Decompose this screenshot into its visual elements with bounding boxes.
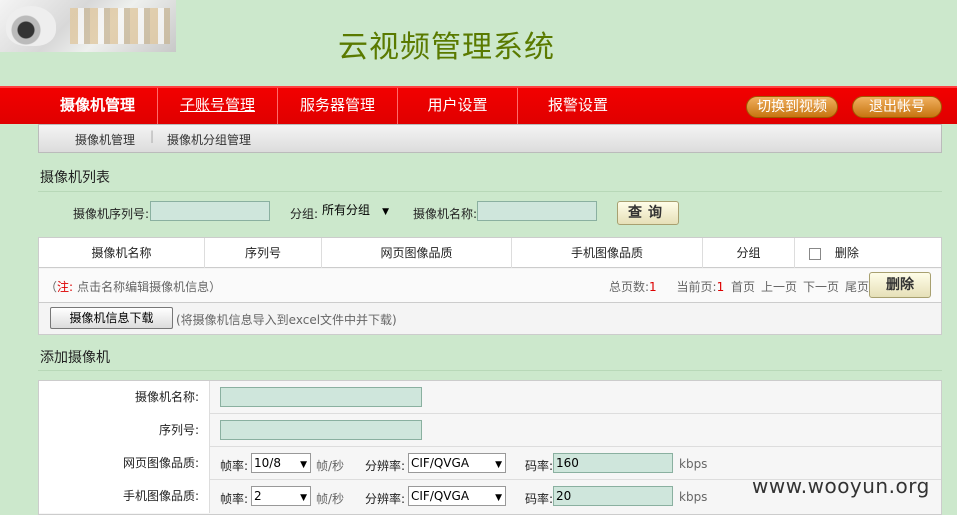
nav-user-settings[interactable]: 用户设置	[398, 88, 518, 124]
query-button[interactable]: 查询	[617, 201, 679, 225]
form-row-serial: 序列号:	[39, 414, 941, 447]
group-filter-value: 所有分组	[322, 203, 371, 217]
col-camera-name: 摄像机名称	[39, 238, 205, 268]
serial-filter-input[interactable]	[150, 201, 270, 221]
mobile-resolution-select[interactable]: CIF/QVGA ▼	[408, 486, 506, 506]
nav-subaccount-management[interactable]: 子账号管理	[158, 88, 278, 124]
group-filter-label: 分组:	[290, 207, 319, 221]
pagination-info: 总页数:1 当前页:1	[609, 280, 725, 294]
web-fps-select[interactable]: 10/8 ▼	[251, 453, 311, 473]
web-resolution-label: 分辨率:	[365, 459, 406, 473]
watermark: www.wooyun.org	[752, 474, 930, 498]
sub-nav: 摄像机管理 | 摄像机分组管理	[38, 124, 942, 153]
mobile-resolution-label: 分辨率:	[365, 492, 406, 506]
name-filter-label: 摄像机名称:	[413, 207, 478, 221]
col-group: 分组	[703, 238, 795, 268]
table-note-row: （注: 点击名称编辑摄像机信息） 总页数:1 当前页:1 首页 上一页 下一页 尾…	[39, 269, 941, 303]
mobile-bitrate-unit: kbps	[679, 490, 708, 504]
mobile-bitrate-label: 码率:	[525, 492, 554, 506]
web-bitrate-input[interactable]: 160	[553, 453, 673, 473]
name-filter-input[interactable]	[477, 201, 597, 221]
note-text: （注: 点击名称编辑摄像机信息）	[45, 280, 222, 294]
mobile-fps-label: 帧率:	[220, 492, 249, 506]
camera-name-input[interactable]	[220, 387, 422, 407]
camera-table: 摄像机名称 序列号 网页图像品质 手机图像品质 分组 删除 （注: 点击名称编辑摄…	[38, 237, 942, 335]
chevron-down-icon: ▼	[382, 207, 389, 217]
web-bitrate-label: 码率:	[525, 459, 554, 473]
divider	[38, 191, 942, 192]
chevron-down-icon: ▼	[300, 493, 307, 503]
web-quality-label: 网页图像品质:	[39, 447, 210, 480]
col-delete: 删除	[795, 238, 941, 268]
download-hint: (将摄像机信息导入到excel文件中并下载)	[176, 313, 397, 327]
web-fps-label: 帧率:	[220, 459, 249, 473]
chevron-down-icon: ▼	[495, 493, 502, 503]
next-page-link[interactable]: 下一页	[803, 278, 839, 295]
first-page-link[interactable]: 首页	[731, 278, 755, 295]
mobile-quality-label: 手机图像品质:	[39, 480, 210, 513]
nav-alarm-settings[interactable]: 报警设置	[518, 88, 638, 124]
col-mobile-quality: 手机图像品质	[512, 238, 703, 268]
note-body: 点击名称编辑摄像机信息）	[77, 280, 222, 294]
last-page-link[interactable]: 尾页	[845, 278, 869, 295]
system-title: 云视频管理系统	[338, 30, 555, 65]
form-row-name: 摄像机名称:	[39, 381, 941, 414]
serial-label: 序列号:	[39, 414, 210, 447]
serial-input[interactable]	[220, 420, 422, 440]
web-resolution-select[interactable]: CIF/QVGA ▼	[408, 453, 506, 473]
col-serial: 序列号	[205, 238, 322, 268]
switch-to-video-button[interactable]: 切换到视频	[746, 96, 838, 118]
web-fps-unit: 帧/秒	[316, 459, 345, 473]
add-camera-title: 添加摄像机	[40, 350, 110, 366]
logo	[0, 0, 176, 52]
web-bitrate-unit: kbps	[679, 457, 708, 471]
divider	[38, 370, 942, 371]
chevron-down-icon: ▼	[300, 460, 307, 470]
logout-button[interactable]: 退出帐号	[852, 96, 942, 118]
total-pages: 1	[649, 280, 657, 294]
subnav-camera-group-management[interactable]: 摄像机分组管理	[167, 131, 251, 148]
logo-background-image	[70, 8, 170, 44]
col-web-quality: 网页图像品质	[322, 238, 512, 268]
nav-server-management[interactable]: 服务器管理	[278, 88, 398, 124]
mobile-fps-unit: 帧/秒	[316, 492, 345, 506]
download-camera-info-button[interactable]: 摄像机信息下载	[50, 307, 173, 329]
delete-button[interactable]: 删除	[869, 272, 931, 298]
subnav-separator: |	[150, 129, 155, 143]
prev-page-link[interactable]: 上一页	[761, 278, 797, 295]
table-header-row: 摄像机名称 序列号 网页图像品质 手机图像品质 分组 删除	[39, 238, 941, 268]
header: 云视频管理系统	[0, 0, 957, 86]
select-all-checkbox[interactable]	[809, 247, 821, 260]
col-delete-label: 删除	[834, 246, 859, 260]
note-label: 注:	[57, 280, 74, 294]
serial-filter-label: 摄像机序列号:	[73, 207, 150, 221]
nav-camera-management[interactable]: 摄像机管理	[38, 88, 158, 124]
current-page: 1	[716, 280, 725, 294]
camera-list-title: 摄像机列表	[40, 170, 110, 186]
group-filter-select[interactable]: 所有分组 ▼	[320, 201, 392, 221]
mobile-fps-select[interactable]: 2 ▼	[251, 486, 311, 506]
subnav-camera-management[interactable]: 摄像机管理	[75, 131, 135, 148]
mobile-bitrate-input[interactable]: 20	[553, 486, 673, 506]
camera-logo-icon	[6, 6, 56, 46]
chevron-down-icon: ▼	[495, 460, 502, 470]
main-nav: 摄像机管理 子账号管理 服务器管理 用户设置 报警设置 切换到视频 退出帐号	[0, 86, 957, 124]
camera-name-label: 摄像机名称:	[39, 381, 210, 414]
